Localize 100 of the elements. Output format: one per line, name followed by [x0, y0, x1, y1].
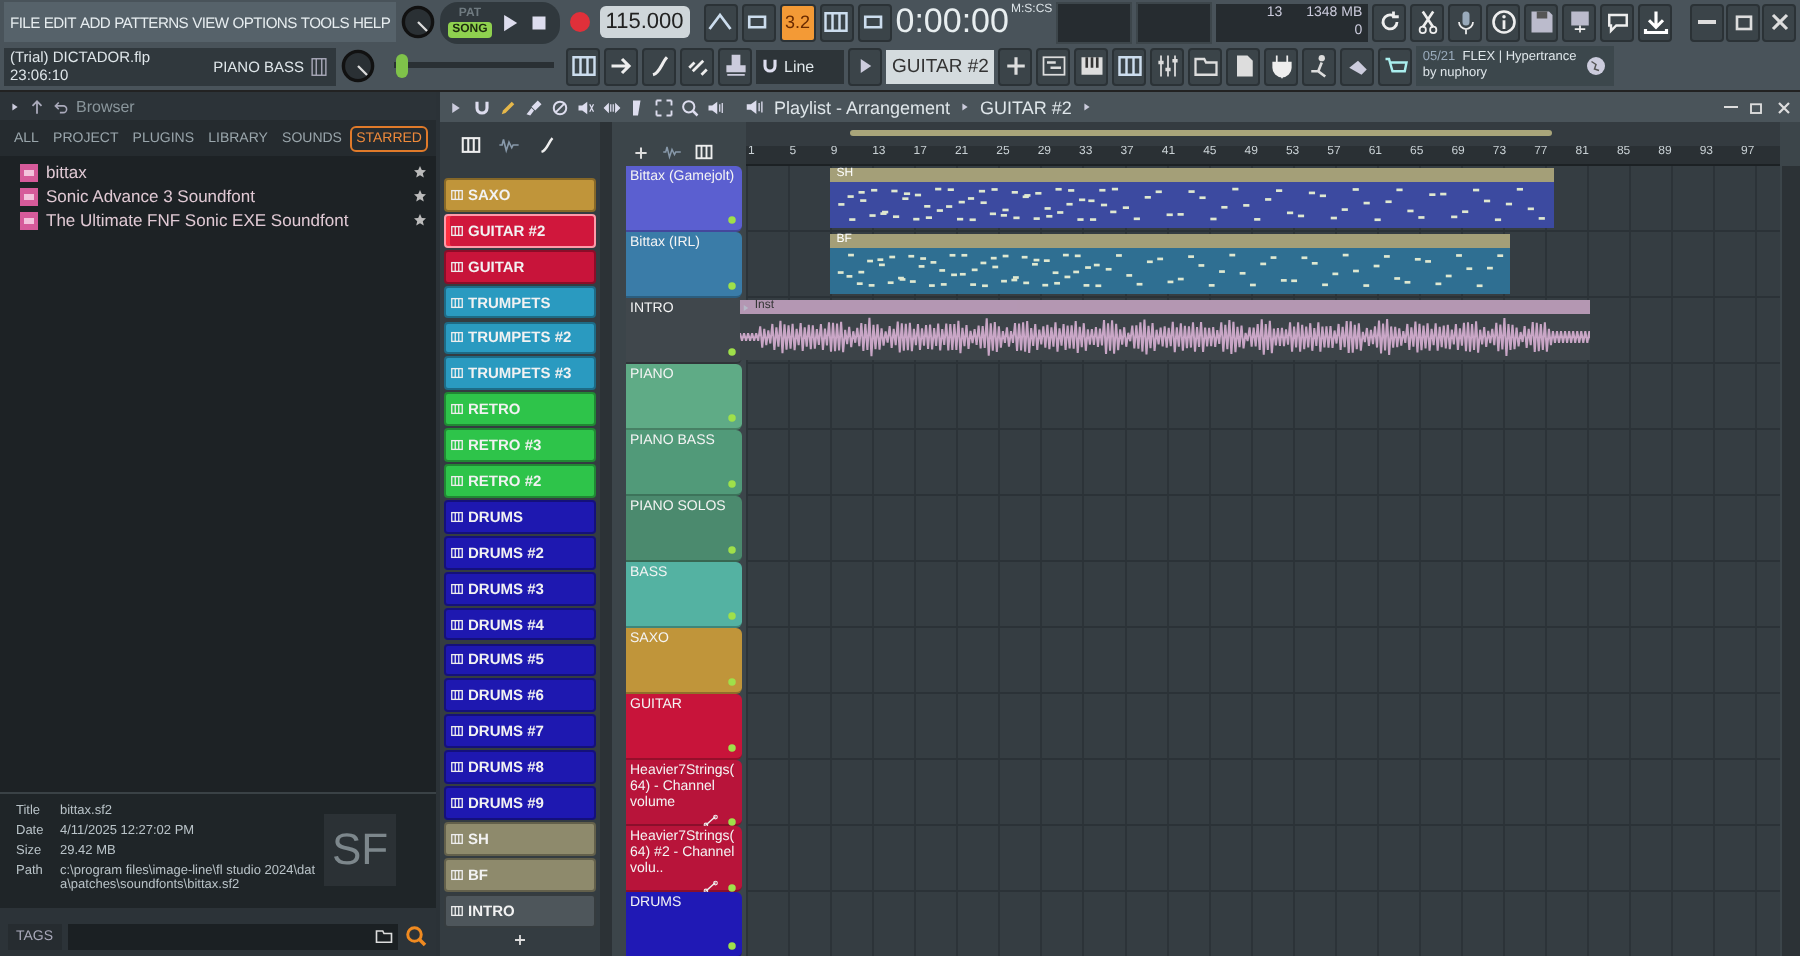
- plugin-button[interactable]: [1264, 47, 1299, 85]
- file-button[interactable]: [1226, 47, 1261, 85]
- piano-roll-button[interactable]: [1074, 47, 1109, 85]
- up-arrow-icon[interactable]: [28, 97, 46, 115]
- browser-item[interactable]: Sonic Advance 3 Soundfont: [0, 184, 436, 208]
- knob-icon[interactable]: [340, 48, 376, 84]
- pattern-icon[interactable]: [694, 142, 714, 162]
- browser-title: Browser: [76, 97, 135, 115]
- add-pattern-button[interactable]: [998, 47, 1033, 85]
- plus-icon[interactable]: [632, 144, 650, 162]
- caret-icon: [8, 99, 22, 113]
- info-button[interactable]: [1486, 3, 1521, 41]
- link-button[interactable]: [680, 47, 714, 85]
- browser-item[interactable]: bittax: [0, 160, 436, 184]
- pattern-icon: [450, 545, 464, 560]
- globe-icon: [1584, 54, 1609, 78]
- minimize-button[interactable]: [1690, 3, 1724, 41]
- led-icon[interactable]: [726, 940, 738, 952]
- grid-icon: [569, 52, 597, 80]
- cart-button[interactable]: [1378, 47, 1413, 85]
- pattern-icon: [450, 509, 464, 524]
- scissors-button[interactable]: [1410, 3, 1445, 41]
- pencil-icon[interactable]: [498, 97, 518, 117]
- snap-dropdown[interactable]: Line: [756, 49, 844, 83]
- mixer-button[interactable]: [1150, 47, 1185, 85]
- scissors-icon: [1413, 8, 1442, 36]
- scrollbar[interactable]: [600, 122, 612, 956]
- led-icon[interactable]: [726, 881, 738, 893]
- chevron-icon: [1079, 100, 1094, 114]
- loop-record-button[interactable]: [857, 3, 892, 41]
- undo-button[interactable]: [1372, 3, 1407, 41]
- pattern-icon: [450, 867, 464, 882]
- file-type-badge: SF: [324, 814, 396, 886]
- plus-icon[interactable]: [512, 932, 528, 948]
- pattern-icon: [450, 187, 464, 202]
- pattern-arrow-button[interactable]: [848, 47, 882, 85]
- star-icon[interactable]: [412, 188, 428, 204]
- pattern-icon: [450, 223, 464, 238]
- wave-icon[interactable]: [498, 133, 520, 155]
- hand-button[interactable]: [1340, 47, 1375, 85]
- led-icon[interactable]: [726, 346, 738, 358]
- arrow-icon: [607, 52, 635, 80]
- person-button[interactable]: [1302, 47, 1337, 85]
- slider-thumb[interactable]: [396, 54, 409, 78]
- close-button[interactable]: [1762, 3, 1796, 41]
- pattern-icon: [450, 438, 464, 453]
- search-icon[interactable]: [404, 924, 428, 948]
- restore-icon[interactable]: [1746, 97, 1766, 117]
- playlist-title: Playlist - Arrangement: [774, 97, 951, 117]
- download-button[interactable]: [1638, 3, 1673, 41]
- restore-button[interactable]: [1726, 3, 1760, 41]
- select-icon[interactable]: [654, 97, 674, 117]
- grid-icon: [822, 8, 851, 36]
- pattern-icon: [450, 617, 464, 632]
- close-icon[interactable]: [1774, 97, 1794, 117]
- pattern-icon: [450, 366, 464, 381]
- meter-display: [1056, 1, 1133, 43]
- horizontal-scrollbar[interactable]: [746, 122, 1780, 147]
- tags-field[interactable]: [67, 923, 398, 949]
- pattern-icon: [450, 831, 464, 846]
- channel-rack-button[interactable]: [566, 47, 600, 85]
- curve-button[interactable]: [642, 47, 676, 85]
- pattern-selector[interactable]: GUITAR #2: [886, 49, 995, 83]
- block-icon[interactable]: [550, 97, 570, 117]
- pattern-icon[interactable]: [460, 133, 482, 155]
- typing-keyboard-button[interactable]: 3.2: [779, 3, 816, 41]
- led-icon[interactable]: [726, 214, 738, 226]
- browser-button[interactable]: [1188, 47, 1223, 85]
- back-arrow-icon[interactable]: [52, 97, 70, 115]
- tempo-field[interactable]: 115.000: [599, 6, 690, 38]
- save-button[interactable]: [1524, 3, 1559, 41]
- arrow-button[interactable]: [604, 47, 638, 85]
- magnet-icon: [760, 56, 780, 76]
- wave-icon[interactable]: [662, 142, 682, 162]
- playback-icon[interactable]: [706, 97, 726, 117]
- microphone-button[interactable]: [1448, 3, 1483, 41]
- led-icon[interactable]: [726, 815, 738, 827]
- export-button[interactable]: [1562, 3, 1597, 41]
- speaker-icon[interactable]: [576, 97, 596, 117]
- magnet-icon[interactable]: [472, 97, 492, 117]
- vertical-scrollbar[interactable]: [1782, 166, 1800, 956]
- knob-icon[interactable]: [400, 4, 437, 40]
- brush-icon[interactable]: [524, 97, 544, 117]
- chat-button[interactable]: [1600, 3, 1635, 41]
- channel-rack-button[interactable]: [1112, 47, 1147, 85]
- minimize-icon[interactable]: [1724, 105, 1738, 109]
- pattern-icon: [450, 688, 464, 703]
- zoom-icon[interactable]: [680, 97, 700, 117]
- playlist-button[interactable]: [1036, 47, 1071, 85]
- slip-icon[interactable]: [602, 97, 622, 117]
- curve-icon[interactable]: [536, 133, 558, 155]
- metronome-button[interactable]: [703, 3, 738, 41]
- step-edit-button[interactable]: [819, 3, 854, 41]
- wait-button[interactable]: [741, 3, 776, 41]
- led-icon[interactable]: [726, 742, 738, 754]
- star-icon[interactable]: [412, 212, 428, 228]
- browser-item[interactable]: The Ultimate FNF Sonic EXE Soundfont: [0, 208, 436, 232]
- star-icon[interactable]: [412, 164, 428, 180]
- download-icon: [1641, 8, 1670, 36]
- stamp-button[interactable]: [718, 47, 752, 85]
